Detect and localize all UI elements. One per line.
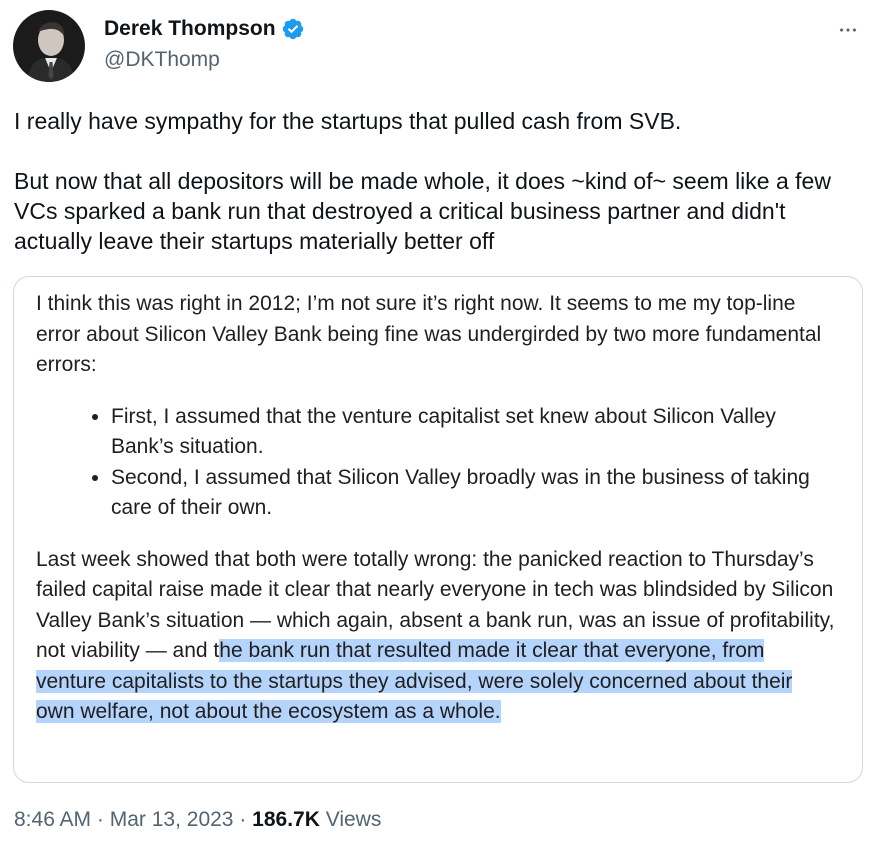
post-date: Mar 13, 2023 [109,808,234,831]
tweet-paragraph: I really have sympathy for the startups … [14,108,682,134]
meta-separator: · [91,808,110,831]
quoted-text-screenshot: I think this was right in 2012; I’m not … [36,289,836,728]
views-count: 186.7K [252,808,320,831]
quote-bullet-list: First, I assumed that the venture capita… [36,402,836,524]
profile-photo [13,10,85,82]
quote-intro: I think this was right in 2012; I’m not … [36,292,822,376]
timestamp-link[interactable]: 8:46 AM · Mar 13, 2023 [14,808,233,831]
verified-badge-icon[interactable] [281,17,305,41]
meta-separator: · [233,808,253,831]
more-options-button[interactable] [830,12,866,48]
tweet-paragraph: But now that all depositors will be made… [14,168,831,254]
quote-bullet: First, I assumed that the venture capita… [111,402,836,463]
views-link[interactable]: 186.7K Views [252,808,381,831]
views-label: Views [319,808,382,831]
attached-image[interactable]: I think this was right in 2012; I’m not … [13,276,863,783]
tweet-text: I really have sympathy for the startups … [14,106,864,256]
author-handle[interactable]: @DKThomp [104,48,220,72]
more-options-icon [840,28,856,32]
quote-conclusion: Last week showed that both were totally … [36,545,836,728]
avatar[interactable] [13,10,85,82]
display-name: Derek Thompson [104,17,276,40]
post-time: 8:46 AM [14,808,92,831]
quote-bullet: Second, I assumed that Silicon Valley br… [111,463,836,524]
tweet-meta: 8:46 AM · Mar 13, 2023 · 186.7K Views [14,808,381,832]
author-name-link[interactable]: Derek Thompson [104,17,305,41]
